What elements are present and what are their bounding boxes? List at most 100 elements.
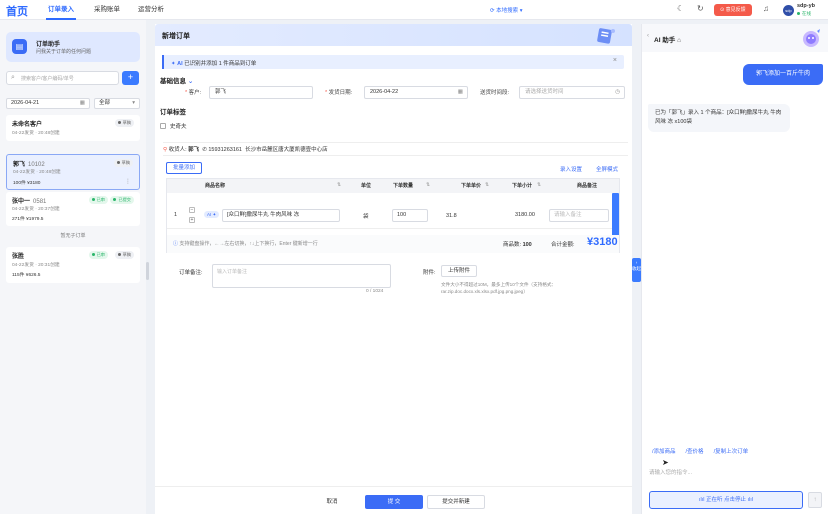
order-customer-name: 未命名客户 <box>12 122 43 128</box>
customer-label: * 客户: <box>185 90 202 96</box>
quick-command-copy-last-order[interactable]: /复制上次订单 <box>714 449 749 455</box>
refresh-icon[interactable]: ↻ <box>697 4 704 13</box>
order-amount: 100件 ¥3180 <box>13 181 41 186</box>
voice-listening-button[interactable]: ılıl 正在听 点击停止 ılıl <box>649 491 803 509</box>
fullscreen-link[interactable]: 全屏模式 <box>596 165 618 173</box>
order-card-selected[interactable]: 郭飞 10102 04-22发货 · 20:48创建 100件 ¥3180 草稿 … <box>6 154 140 190</box>
subtotal-cell: 3180.00 <box>515 212 535 218</box>
entry-settings-link[interactable]: 录入设置 <box>560 165 582 173</box>
section-basic-info[interactable]: 基础信息 ⌄ <box>160 75 193 85</box>
bell-icon[interactable]: ♫ <box>763 4 769 13</box>
order-remark-textarea[interactable]: 输入订单备注 <box>212 264 391 288</box>
order-assistant-card[interactable]: ▤ 订单助手 问我关于订单的任何问题 <box>6 32 140 62</box>
quick-command-add-product[interactable]: /添加商品 <box>652 449 676 455</box>
tab-order-entry[interactable]: 订单录入 <box>46 0 76 20</box>
sort-icon[interactable]: ⇅ <box>426 182 430 188</box>
close-icon[interactable]: × <box>613 57 617 64</box>
status-filter-select[interactable]: 全部 ▾ <box>94 98 140 109</box>
column-header: 下单单价 <box>461 183 482 189</box>
waveform-icon: ılıl <box>747 497 754 503</box>
column-header: 单位 <box>361 183 372 189</box>
submit-button[interactable]: 提 交 <box>365 495 423 509</box>
mouse-cursor-icon: ➤ <box>662 458 669 467</box>
quantity-input[interactable]: 100 <box>392 209 428 222</box>
chevron-down-icon: ▾ <box>519 8 523 14</box>
feedback-button[interactable]: ⊙ 意见反馈 <box>714 4 752 16</box>
status-badge: 草稿 <box>114 251 134 259</box>
order-remark-label: 订单备注: <box>179 270 203 276</box>
order-customer-name: 郭飞 10102 <box>13 162 45 168</box>
order-items-table: 商品名称 ⇅ 单位 下单数量 ⇅ 下单单价 ⇅ 下单小计 ⇅ 商品备注 1 − … <box>166 178 620 253</box>
order-meta: 04-22发货 · 20:48创建 <box>12 131 60 136</box>
submit-and-new-button[interactable]: 提交并新建 <box>427 495 485 509</box>
tag-checkbox[interactable] <box>160 123 166 129</box>
order-card[interactable]: 未命名客户 04-22发货 · 20:48创建 草稿 <box>6 115 140 141</box>
calendar-icon: ▦ <box>457 89 463 95</box>
avatar[interactable]: sdp <box>783 5 794 16</box>
ai-panel-title: AI 助手 ⌂ <box>654 37 682 44</box>
ai-tag: AI ✦ <box>204 211 220 218</box>
order-card[interactable]: 张胜 04-22发货 · 20:31创建 115件 ¥626.5 已审 草稿 <box>6 247 140 283</box>
location-pin-icon: ⚲ <box>163 147 168 153</box>
date-filter[interactable]: 2026-04-21 ▦ <box>6 98 90 109</box>
collapse-panel-button[interactable]: › 收起 <box>632 258 641 282</box>
order-amount: 115件 ¥626.5 <box>12 273 41 278</box>
expand-icon[interactable]: ‹ <box>647 33 649 39</box>
order-meta: 04-22发货 · 20:48创建 <box>13 170 61 175</box>
sort-icon[interactable]: ⇅ <box>337 182 341 188</box>
status-badge: 已审 <box>88 196 108 204</box>
order-card[interactable]: 张中一 0581 04-22发货 · 20:37创建 271件 ¥1979.5 已… <box>6 192 140 226</box>
user-message: 郭飞添加一百斤牛肉 <box>743 64 823 85</box>
column-header: 商品名称 <box>205 183 226 189</box>
top-nav: 首页 订单录入 采购账单 运营分析 ⟳ 本地搜索 ▾ ☾ ↻ ⊙ 意见反馈 ♫ … <box>0 0 828 20</box>
chevron-down-icon: ⌄ <box>187 78 194 85</box>
section-order-tags: 订单标签 <box>160 109 186 116</box>
ship-date-field[interactable]: 2026-04-22 ▦ <box>364 86 468 99</box>
row-index: 1 <box>174 212 178 218</box>
home-link[interactable]: 首页 <box>6 3 28 19</box>
form-footer: 取消 提 交 提交并新建 <box>155 486 632 514</box>
attachment-note: 文件大小不得超过10M，最多上传10个文件（支持格式：rar.zip.doc.d… <box>441 282 557 294</box>
remove-row-button[interactable]: − <box>189 207 195 213</box>
more-icon[interactable]: ⋮ <box>125 178 131 185</box>
tab-operations-analysis[interactable]: 运营分析 <box>136 0 166 20</box>
customer-search-input[interactable]: ⌕ 搜索客户/客户编码/单号 <box>6 71 119 85</box>
sort-icon[interactable]: ⇅ <box>537 182 541 188</box>
quantity-total: 商品数: 100 <box>503 242 532 248</box>
assistant-title: 订单助手 <box>36 42 61 48</box>
add-row-button[interactable]: + <box>189 217 195 223</box>
table-header: 商品名称 ⇅ 单位 下单数量 ⇅ 下单单价 ⇅ 下单小计 ⇅ 商品备注 <box>167 179 619 193</box>
new-order-form: 新增订单 ✦ AI 已识别并添加 1 件商品到订单 × 基础信息 ⌄ * 客户:… <box>155 24 632 514</box>
price-cell: 31.8 <box>446 213 457 219</box>
chevron-right-icon: › <box>635 260 638 265</box>
customer-field[interactable]: 郭飞 <box>209 86 313 99</box>
keyboard-hint: ⓘ 支持键盘操作，←→左右切换，↑↓上下换行，Enter 键新增一行 <box>173 241 318 247</box>
clipboard-illustration-icon <box>597 28 615 44</box>
batch-add-button[interactable]: 批量添加 <box>166 162 203 174</box>
cancel-button[interactable]: 取消 <box>303 495 361 509</box>
order-meta: 04-22发货 · 20:31创建 <box>12 263 60 268</box>
sort-icon[interactable]: ⇅ <box>485 182 489 188</box>
tag-option-label: 史奇夫 <box>170 124 187 130</box>
item-remark-input[interactable]: 请输入备注 <box>549 209 609 222</box>
sidebar-resize-handle[interactable] <box>146 262 149 280</box>
quick-command-check-price[interactable]: /查价格 <box>686 449 704 455</box>
form-header: 新增订单 <box>155 24 632 46</box>
amount-total-label: 合计金额: <box>551 242 575 248</box>
status-badge: 已审 <box>88 251 108 259</box>
unit-cell: 袋 <box>363 214 369 220</box>
tab-purchase-bills[interactable]: 采购账单 <box>92 0 122 20</box>
send-button[interactable]: ↑ <box>808 492 822 508</box>
ai-panel-header: ‹ AI 助手 ⌂ <box>642 24 828 52</box>
delivery-period-select[interactable]: 请选择送货时间 ◷ <box>519 86 625 99</box>
upload-attachment-button[interactable]: 上传附件 <box>441 265 478 277</box>
local-search-button[interactable]: ⟳ 本地搜索 ▾ <box>490 6 522 14</box>
assistant-message: 已为「郭飞」录入 1 个商品：[众口鲜]撒尿牛丸 牛肉风味 冻 x100袋 <box>648 104 790 132</box>
moon-icon[interactable]: ☾ <box>677 4 684 13</box>
ai-command-input[interactable]: 请输入您的指令... <box>649 468 692 476</box>
status-badge: 草稿 <box>114 119 134 127</box>
product-name-input[interactable]: [众口鲜]撒尿牛丸 牛肉风味 冻 <box>222 209 340 222</box>
add-order-button[interactable]: + <box>122 71 139 85</box>
quick-commands: /添加商品/查价格/复制上次订单 <box>652 447 758 455</box>
sparkle-icon: ✦ <box>171 61 176 67</box>
